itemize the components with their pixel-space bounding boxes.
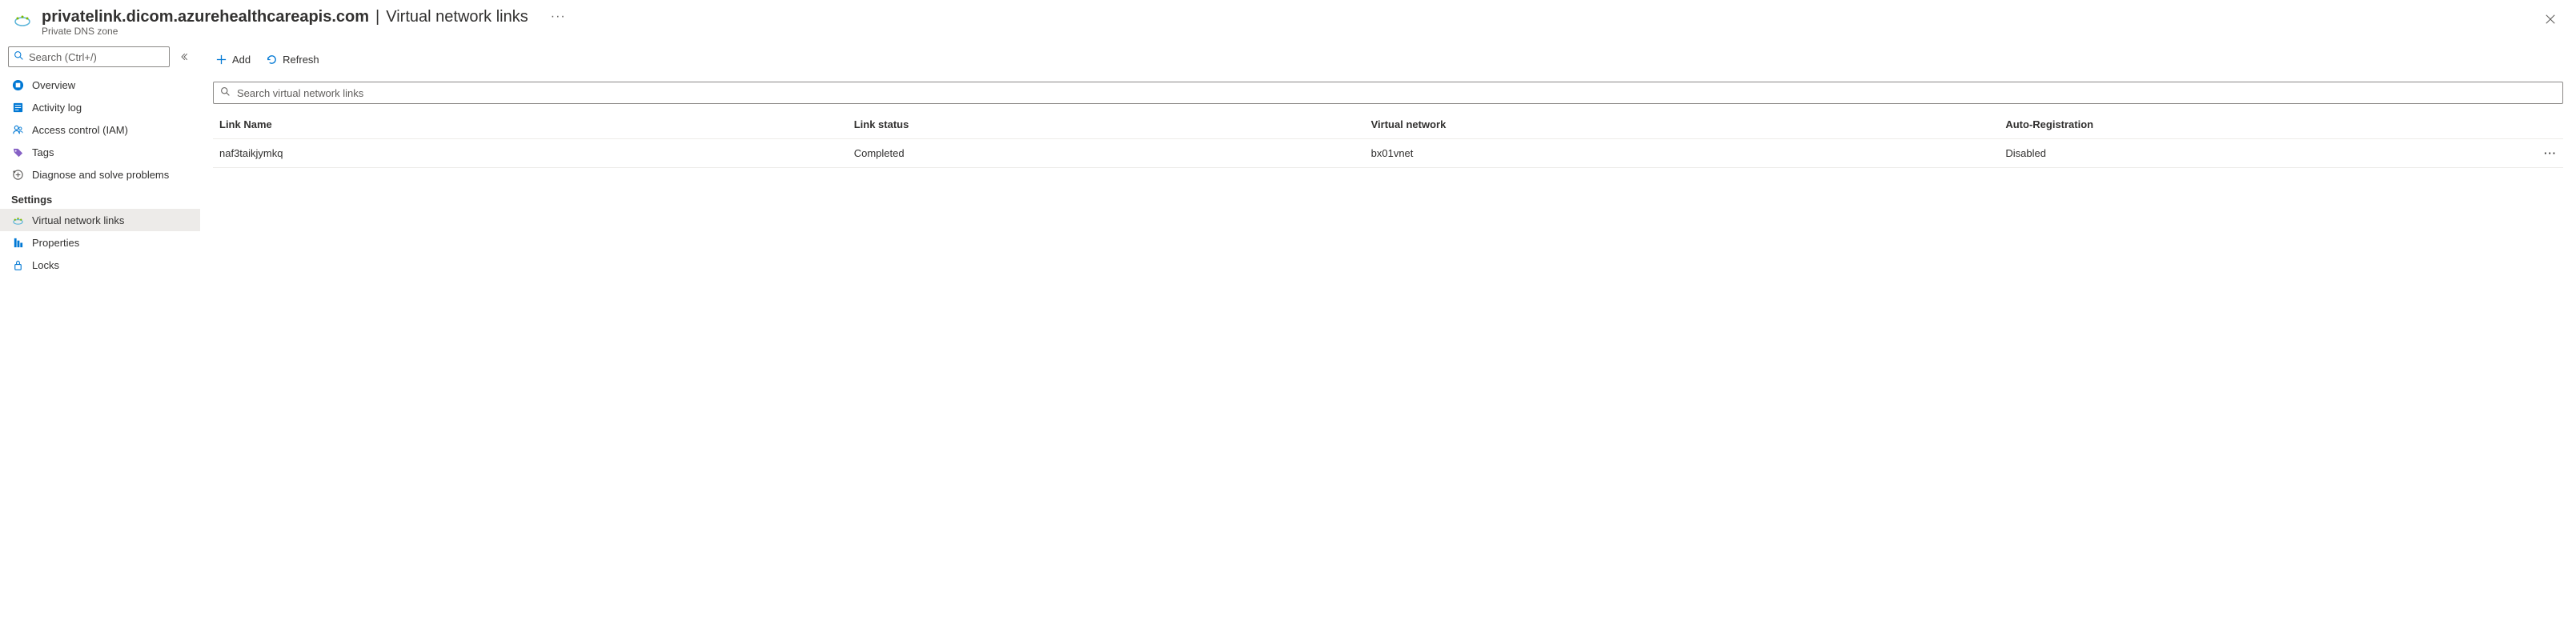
table-row[interactable]: naf3taikjymkq Completed bx01vnet Disable… (213, 139, 2563, 168)
plus-icon (215, 53, 227, 66)
more-actions-icon[interactable]: ··· (548, 6, 569, 27)
search-icon (220, 86, 231, 99)
table-header-row: Link Name Link status Virtual network Au… (213, 110, 2563, 139)
sidebar-search-input[interactable] (29, 51, 164, 63)
sidebar-search[interactable] (8, 46, 170, 67)
cell-virtual-network-link[interactable]: bx01vnet (1365, 139, 2000, 168)
activity-log-icon (11, 101, 24, 114)
sidebar: Overview Activity log Access control (IA… (0, 40, 200, 632)
toolbar: Add Refresh (213, 46, 2563, 75)
sidebar-item-properties[interactable]: Properties (0, 231, 200, 254)
sidebar-item-tags[interactable]: Tags (0, 141, 200, 163)
refresh-icon (265, 53, 278, 66)
diagnose-icon (11, 168, 24, 181)
collapse-sidebar-button[interactable] (176, 49, 192, 65)
cell-link-name: naf3taikjymkq (213, 139, 848, 168)
add-button[interactable]: Add (213, 50, 252, 69)
sidebar-item-label: Properties (32, 237, 79, 249)
locks-icon (11, 258, 24, 271)
table-search-input[interactable] (237, 87, 2556, 99)
resource-title: privatelink.dicom.azurehealthcareapis.co… (42, 8, 369, 26)
main-content: Add Refresh (200, 40, 2576, 632)
add-button-label: Add (232, 54, 251, 66)
tags-icon (11, 146, 24, 158)
resource-type-subtitle: Private DNS zone (42, 26, 2528, 37)
col-header-link-name[interactable]: Link Name (213, 110, 848, 139)
vnet-links-table: Link Name Link status Virtual network Au… (213, 110, 2563, 168)
sidebar-item-label: Locks (32, 259, 59, 271)
close-button[interactable] (2538, 6, 2563, 32)
dns-zone-icon (13, 10, 32, 29)
table-search[interactable] (213, 82, 2563, 104)
title-separator: | (375, 8, 379, 26)
vnet-links-icon (11, 214, 24, 226)
properties-icon (11, 236, 24, 249)
sidebar-item-label: Virtual network links (32, 214, 124, 226)
blade-title: Virtual network links (386, 8, 528, 26)
refresh-button-label: Refresh (283, 54, 319, 66)
access-control-icon (11, 123, 24, 136)
sidebar-item-activity-log[interactable]: Activity log (0, 96, 200, 118)
col-header-auto-registration[interactable]: Auto-Registration (1999, 110, 2469, 139)
overview-icon (11, 78, 24, 91)
col-header-actions (2470, 110, 2563, 139)
sidebar-item-diagnose[interactable]: Diagnose and solve problems (0, 163, 200, 186)
sidebar-item-label: Tags (32, 146, 54, 158)
refresh-button[interactable]: Refresh (263, 50, 321, 69)
cell-auto-registration: Disabled (1999, 139, 2469, 168)
row-actions-button[interactable]: ··· (2470, 139, 2563, 168)
col-header-virtual-network[interactable]: Virtual network (1365, 110, 2000, 139)
cell-link-status: Completed (848, 139, 1365, 168)
sidebar-item-overview[interactable]: Overview (0, 74, 200, 96)
sidebar-item-access-control[interactable]: Access control (IAM) (0, 118, 200, 141)
search-icon (14, 50, 24, 63)
sidebar-item-locks[interactable]: Locks (0, 254, 200, 276)
sidebar-item-label: Overview (32, 79, 75, 91)
sidebar-item-label: Activity log (32, 102, 82, 114)
sidebar-item-label: Access control (IAM) (32, 124, 128, 136)
col-header-link-status[interactable]: Link status (848, 110, 1365, 139)
sidebar-item-virtual-network-links[interactable]: Virtual network links (0, 209, 200, 231)
sidebar-group-settings: Settings (0, 186, 200, 209)
sidebar-item-label: Diagnose and solve problems (32, 169, 169, 181)
page-header: privatelink.dicom.azurehealthcareapis.co… (0, 0, 2576, 40)
